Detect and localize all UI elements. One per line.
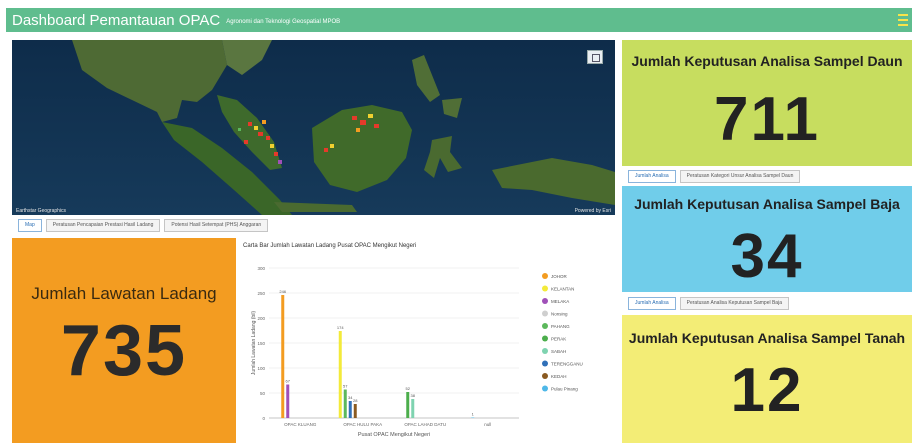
y-axis-label: Jumlah Lawatan Ladang (bil) xyxy=(251,311,257,376)
tab-peratusan-analisa-baja[interactable]: Peratusan Analisa Keputusan Sampel Baja xyxy=(679,296,789,310)
app-subtitle: Agronomi dan Teknologi Geospatial MPOB xyxy=(226,18,341,25)
bar xyxy=(281,295,285,418)
x-tick-label: OPAC LAHAD DATU xyxy=(404,422,446,427)
legend-label: JOHOR xyxy=(551,274,568,279)
bar xyxy=(406,392,410,418)
legend-swatch xyxy=(542,298,548,304)
kpi-daun-title: Jumlah Keputusan Analisa Sampel Daun xyxy=(631,53,903,69)
bar-data-label: 174 xyxy=(337,325,344,330)
x-axis-label: Pusat OPAC Mengikut Negeri xyxy=(358,432,430,438)
bar-data-label: 246 xyxy=(279,289,286,294)
bar xyxy=(471,417,475,418)
legend-swatch xyxy=(542,273,548,279)
kpi-baja-title: Jumlah Keputusan Analisa Sampel Baja xyxy=(634,196,900,212)
baja-tabs: Jumlah Analisa Peratusan Analisa Keputus… xyxy=(622,294,912,312)
legend-label: KELANTAN xyxy=(551,286,574,291)
y-tick-label: 150 xyxy=(257,341,265,346)
bar-data-label: 38 xyxy=(411,393,416,398)
y-tick-label: 300 xyxy=(257,266,265,271)
map-powered-by: Powered by Esri xyxy=(574,208,611,214)
satellite-map xyxy=(12,40,615,215)
legend-swatch xyxy=(542,385,548,392)
legend-label: Pulau Pinang xyxy=(551,386,578,391)
legend-swatch xyxy=(542,348,548,354)
bar xyxy=(348,401,352,418)
bar xyxy=(286,384,290,418)
legend-label: Nonsing xyxy=(551,311,568,316)
app-title: Dashboard Pemantauan OPAC xyxy=(12,11,221,29)
chart-title: Carta Bar Jumlah Lawatan Ladang Pusat OP… xyxy=(243,243,417,249)
map-attribution: Earthstar Geographics xyxy=(16,208,67,214)
kpi-daun-value: 711 xyxy=(713,85,821,154)
kpi-lawatan-value: 735 xyxy=(60,311,188,391)
kpi-lawatan-title: Jumlah Lawatan Ladang xyxy=(31,284,217,303)
bar xyxy=(411,399,415,418)
map-view[interactable]: Earthstar Geographics Powered by Esri xyxy=(12,40,615,215)
tab-peratusan-kategori-daun[interactable]: Peratusan Kategori Unsur Analisa Sampel … xyxy=(679,169,801,183)
kpi-sampel-baja: Jumlah Keputusan Analisa Sampel Baja 34 xyxy=(622,186,912,292)
y-tick-label: 50 xyxy=(260,391,266,396)
x-tick-label: OPAC KLUANG xyxy=(284,422,317,427)
legend-swatch xyxy=(542,373,548,379)
bar-data-label: 28 xyxy=(353,398,358,403)
legend-label: MELAKA xyxy=(551,299,569,304)
map-tabs: Map Peratusan Pencapaian Prestasi Hasil … xyxy=(12,216,615,234)
kpi-sampel-daun: Jumlah Keputusan Analisa Sampel Daun 711 xyxy=(622,40,912,166)
bar-chart: 0 50 100 150 200 250 300 Jumlah Lawatan Ladang … xyxy=(251,266,583,438)
legend-swatch xyxy=(542,310,548,317)
legend-label: KEDAH xyxy=(551,374,567,379)
legend-label: TERENGGANU xyxy=(551,361,583,366)
legend-label: PERAK xyxy=(551,336,566,341)
x-tick-label: null xyxy=(484,422,491,427)
tab-jumlah-analisa-baja[interactable]: Jumlah Analisa xyxy=(628,296,676,310)
legend-swatch xyxy=(542,323,548,329)
bar-data-label: 52 xyxy=(406,386,411,391)
legend-swatch xyxy=(542,285,548,292)
bar-chart-panel: Carta Bar Jumlah Lawatan Ladang Pusat OP… xyxy=(239,238,615,443)
legend-label: SABAH xyxy=(551,349,566,354)
y-tick-label: 200 xyxy=(257,316,265,321)
y-tick-label: 0 xyxy=(262,416,265,421)
kpi-sampel-tanah: Jumlah Keputusan Analisa Sampel Tanah 12 xyxy=(622,315,912,443)
app-header: Dashboard Pemantauan OPAC Agronomi dan T… xyxy=(0,0,912,34)
basemap-toggle-button[interactable] xyxy=(587,50,603,64)
legend-swatch xyxy=(542,360,548,367)
x-tick-label: OPAC HULU PAKA xyxy=(343,422,382,427)
bar xyxy=(338,331,342,418)
menu-icon[interactable] xyxy=(898,14,908,26)
tab-peratusan-pencapaian[interactable]: Peratusan Pencapaian Prestasi Hasil Lada… xyxy=(45,218,161,232)
y-tick-label: 100 xyxy=(257,366,265,371)
bar xyxy=(343,389,347,418)
bar-data-label: 1 xyxy=(472,412,475,417)
tab-map[interactable]: Map xyxy=(18,218,42,232)
daun-tabs: Jumlah Analisa Peratusan Kategori Unsur … xyxy=(622,167,912,185)
legend-swatch xyxy=(542,335,548,342)
kpi-tanah-value: 12 xyxy=(730,356,804,425)
bar-data-label: 67 xyxy=(286,379,291,384)
kpi-baja-value: 34 xyxy=(730,222,804,291)
bar xyxy=(353,404,357,418)
header-bar: Dashboard Pemantauan OPAC Agronomi dan T… xyxy=(6,8,912,32)
kpi-lawatan-ladang: Jumlah Lawatan Ladang 735 xyxy=(12,238,236,443)
bar-data-label: 57 xyxy=(343,384,348,389)
tab-potensi-hasil[interactable]: Potensi Hasil Setempat (PHS) Anggaran xyxy=(164,218,269,232)
kpi-tanah-title: Jumlah Keputusan Analisa Sampel Tanah xyxy=(628,330,906,346)
y-tick-label: 250 xyxy=(257,291,265,296)
legend-label: PAHANG xyxy=(551,324,570,329)
tab-jumlah-analisa-daun[interactable]: Jumlah Analisa xyxy=(628,169,676,183)
